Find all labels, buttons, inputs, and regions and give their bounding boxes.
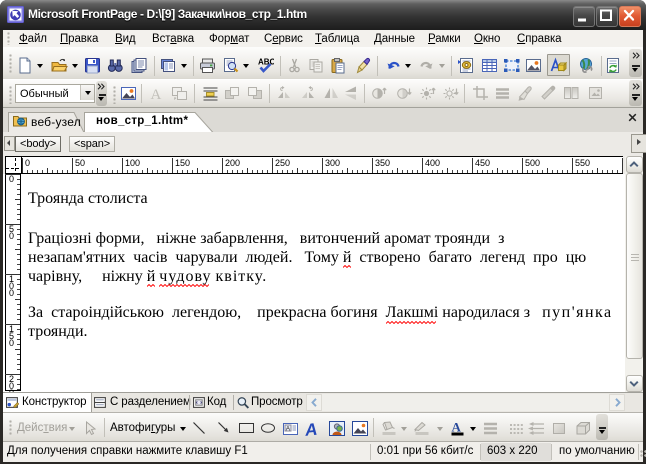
svg-text:A: A (151, 87, 162, 102)
svg-text:ABC: ABC (258, 58, 274, 67)
svg-text:A: A (452, 421, 462, 435)
svg-text:A: A (286, 425, 291, 432)
svg-text:A: A (305, 421, 318, 437)
